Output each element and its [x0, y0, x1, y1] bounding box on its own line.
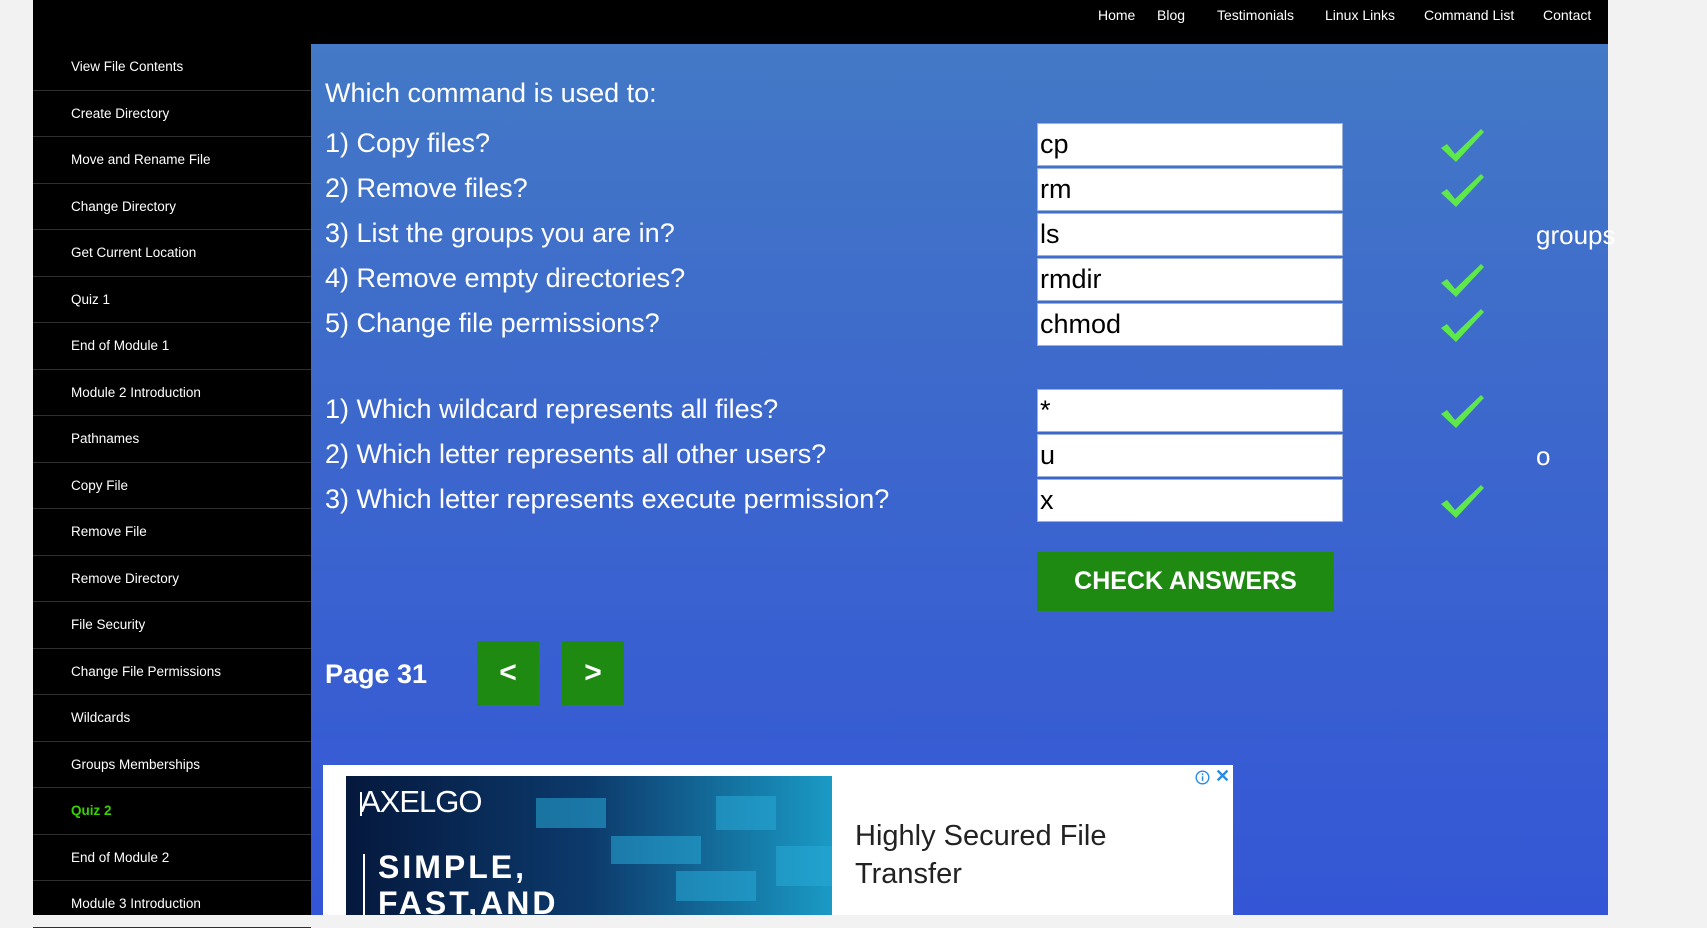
checkmark-icon [1441, 264, 1484, 297]
correct-answer: groups [1536, 220, 1616, 250]
sidebar-item[interactable]: File Security [33, 602, 311, 649]
question-row: 2) Which letter represents all other use… [311, 434, 1608, 479]
next-page-button[interactable]: > [562, 641, 624, 705]
advertisement[interactable]: AXELGO SIMPLE, FAST,AND Highly Secured F… [323, 765, 1233, 915]
answer-input[interactable] [1037, 434, 1343, 477]
page-number: Page 31 [325, 659, 428, 689]
sidebar-item[interactable]: Create Directory [33, 91, 311, 137]
sidebar-item[interactable]: Module 3 Introduction [33, 881, 311, 928]
question-row: 3) Which letter represents execute permi… [311, 479, 1608, 524]
checkmark-icon [1441, 174, 1484, 207]
sidebar-item[interactable]: Copy File [33, 463, 311, 509]
close-icon[interactable]: ✕ [1215, 766, 1230, 787]
sidebar-item[interactable]: Groups Memberships [33, 742, 311, 788]
question-text: 2) Remove files? [325, 173, 528, 203]
question-text: 1) Copy files? [325, 128, 491, 158]
answer-input[interactable] [1037, 479, 1343, 522]
sidebar-item[interactable]: Remove Directory [33, 556, 311, 602]
answer-input[interactable] [1037, 213, 1343, 256]
nav-testimonials[interactable]: Testimonials [1217, 7, 1294, 23]
sidebar-item[interactable]: Quiz 2 [33, 788, 311, 835]
ad-slogan-line2: FAST,AND [378, 885, 559, 915]
sidebar-item[interactable]: Quiz 1 [33, 277, 311, 323]
question-text: 4) Remove empty directories? [325, 263, 686, 293]
question-row: 1) Which wildcard represents all files? [311, 389, 1608, 434]
question-text: 1) Which wildcard represents all files? [325, 394, 779, 424]
info-icon[interactable] [1195, 770, 1210, 785]
sidebar-item[interactable]: Module 2 Introduction [33, 370, 311, 416]
ad-slogan-line1: SIMPLE, [378, 849, 528, 885]
answer-input[interactable] [1037, 258, 1343, 301]
ad-slogan: SIMPLE, FAST,AND [378, 849, 558, 915]
page: Home Blog Testimonials Linux Links Comma… [33, 0, 1616, 928]
checkmark-icon [1441, 129, 1484, 162]
checkmark-icon [1441, 485, 1484, 518]
ad-brand-logo: AXELGO [360, 784, 482, 819]
nav-blog[interactable]: Blog [1157, 7, 1185, 23]
answer-input[interactable] [1037, 168, 1343, 211]
question-row: 3) List the groups you are in? groups [311, 213, 1616, 258]
question-row: 4) Remove empty directories? [311, 258, 1608, 303]
ad-banner-image[interactable]: AXELGO SIMPLE, FAST,AND [346, 776, 832, 915]
sidebar-item[interactable]: View File Contents [33, 44, 311, 91]
question-row: 2) Remove files? [311, 168, 1608, 213]
correct-answer: o [1536, 441, 1551, 471]
checkmark-icon [1441, 309, 1484, 342]
sidebar-item[interactable]: Remove File [33, 509, 311, 556]
sidebar: View File Contents Create Directory Move a… [33, 44, 311, 928]
answer-input[interactable] [1037, 389, 1343, 432]
ad-headline[interactable]: Highly Secured File Transfer [855, 817, 1185, 893]
question-text: 3) List the groups you are in? [325, 218, 675, 248]
quiz-panel: Which command is used to: 1) Copy files?… [311, 44, 1616, 915]
checkmark-icon [1441, 395, 1484, 428]
sidebar-item[interactable]: Get Current Location [33, 230, 311, 277]
question-text: 3) Which letter represents execute permi… [325, 484, 890, 514]
sidebar-item[interactable]: End of Module 1 [33, 323, 311, 370]
answer-input[interactable] [1037, 123, 1343, 166]
quiz-heading: Which command is used to: [325, 78, 657, 108]
sidebar-item[interactable]: End of Module 2 [33, 835, 311, 881]
nav-home[interactable]: Home [1098, 7, 1135, 23]
question-text: 5) Change file permissions? [325, 308, 660, 338]
sidebar-item[interactable]: Pathnames [33, 416, 311, 463]
question-row: 5) Change file permissions? [311, 303, 1608, 348]
sidebar-item[interactable]: Move and Rename File [33, 137, 311, 184]
nav-contact[interactable]: Contact [1543, 7, 1591, 23]
sidebar-item[interactable]: Change Directory [33, 184, 311, 230]
check-answers-button[interactable]: CHECK ANSWERS [1037, 552, 1334, 611]
answer-input[interactable] [1037, 303, 1343, 346]
sidebar-item[interactable]: Change File Permissions [33, 649, 311, 695]
nav-command-list[interactable]: Command List [1424, 7, 1514, 23]
sidebar-item[interactable]: Wildcards [33, 695, 311, 742]
question-row: 1) Copy files? [311, 123, 1608, 168]
previous-page-button[interactable]: < [477, 641, 539, 705]
nav-linux-links[interactable]: Linux Links [1325, 7, 1395, 23]
top-navigation: Home Blog Testimonials Linux Links Comma… [33, 0, 1608, 44]
question-text: 2) Which letter represents all other use… [325, 439, 827, 469]
